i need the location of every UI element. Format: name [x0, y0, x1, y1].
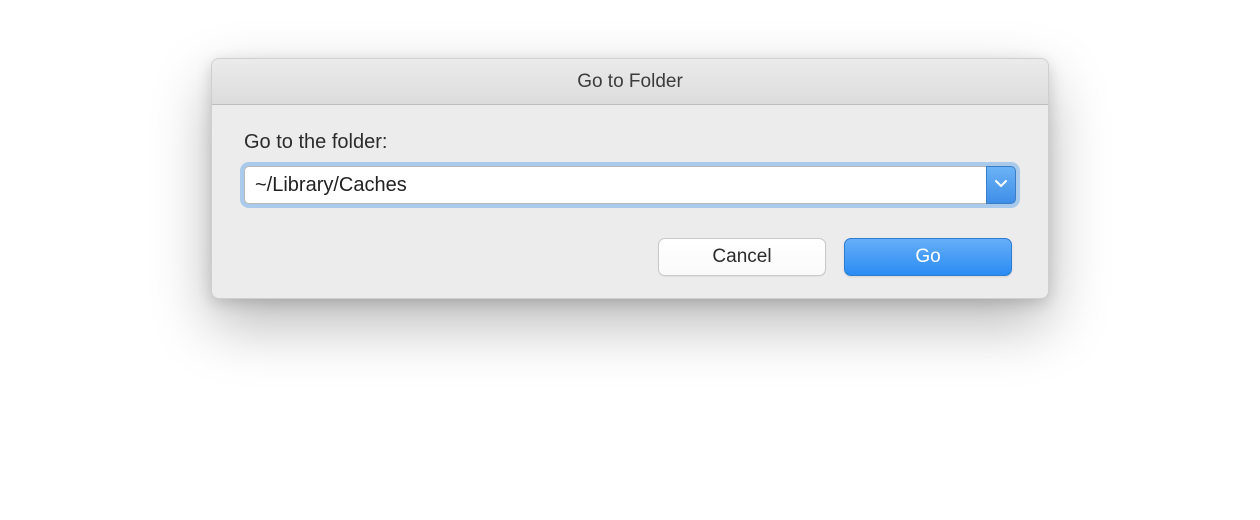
path-label: Go to the folder:	[244, 131, 1016, 154]
chevron-down-icon	[994, 176, 1008, 194]
go-button[interactable]: Go	[844, 238, 1012, 276]
cancel-button[interactable]: Cancel	[658, 238, 826, 276]
dialog-title: Go to Folder	[577, 71, 683, 93]
path-dropdown-button[interactable]	[986, 166, 1016, 204]
path-input[interactable]	[244, 166, 986, 204]
dialog-content: Go to the folder: Cancel Go	[212, 105, 1048, 298]
button-row: Cancel Go	[244, 238, 1016, 276]
path-combo	[244, 166, 1016, 204]
go-to-folder-dialog: Go to Folder Go to the folder: Cancel Go	[211, 58, 1049, 299]
titlebar: Go to Folder	[212, 59, 1048, 105]
